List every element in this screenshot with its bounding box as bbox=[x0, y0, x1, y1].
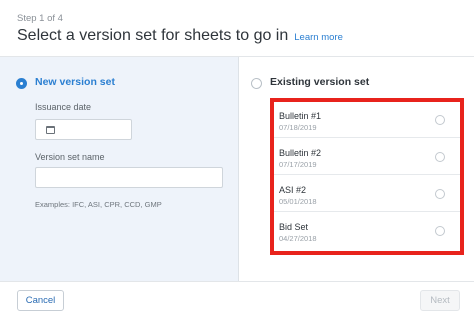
version-set-date: 07/18/2019 bbox=[279, 123, 317, 132]
learn-more-link[interactable]: Learn more bbox=[294, 32, 343, 43]
next-button[interactable]: Next bbox=[420, 290, 460, 311]
existing-version-set-list: Bulletin #1 07/18/2019 Bulletin #2 07/17… bbox=[270, 98, 464, 255]
existing-version-set-label[interactable]: Existing version set bbox=[270, 76, 369, 88]
version-set-name: Bid Set bbox=[279, 222, 309, 232]
dialog-footer: Cancel Next bbox=[0, 282, 474, 321]
cancel-button[interactable]: Cancel bbox=[17, 290, 64, 311]
version-set-item[interactable]: Bulletin #1 07/18/2019 bbox=[274, 102, 460, 138]
calendar-icon bbox=[46, 126, 55, 134]
version-set-item[interactable]: Bulletin #2 07/17/2019 bbox=[274, 139, 460, 175]
version-set-date: 04/27/2018 bbox=[279, 234, 317, 243]
dialog-title: Select a version set for sheets to go in bbox=[17, 27, 289, 44]
dialog-header: Step 1 of 4 Select a version set for she… bbox=[0, 0, 474, 56]
issuance-date-input[interactable] bbox=[35, 119, 132, 140]
version-set-radio[interactable] bbox=[435, 189, 445, 199]
panel-divider bbox=[238, 57, 239, 281]
new-version-set-label[interactable]: New version set bbox=[35, 76, 115, 88]
title-row: Select a version set for sheets to go in… bbox=[17, 27, 343, 45]
version-set-radio[interactable] bbox=[435, 152, 445, 162]
version-set-name: Bulletin #2 bbox=[279, 148, 322, 158]
new-version-set-radio[interactable] bbox=[16, 78, 27, 89]
step-indicator: Step 1 of 4 bbox=[17, 13, 63, 24]
version-set-name-input[interactable] bbox=[35, 167, 223, 188]
version-set-radio[interactable] bbox=[435, 226, 445, 236]
existing-version-set-radio[interactable] bbox=[251, 78, 262, 89]
version-set-date: 07/17/2019 bbox=[279, 160, 317, 169]
version-set-name-label: Version set name bbox=[35, 152, 105, 162]
examples-hint: Examples: IFC, ASI, CPR, CCD, GMP bbox=[35, 200, 162, 209]
version-set-radio[interactable] bbox=[435, 115, 445, 125]
version-set-date: 05/01/2018 bbox=[279, 197, 317, 206]
version-set-name: ASI #2 bbox=[279, 185, 307, 195]
version-set-item[interactable]: Bid Set 04/27/2018 bbox=[274, 213, 460, 249]
issuance-date-label: Issuance date bbox=[35, 102, 92, 112]
version-set-name: Bulletin #1 bbox=[279, 111, 322, 121]
version-set-item[interactable]: ASI #2 05/01/2018 bbox=[274, 176, 460, 212]
